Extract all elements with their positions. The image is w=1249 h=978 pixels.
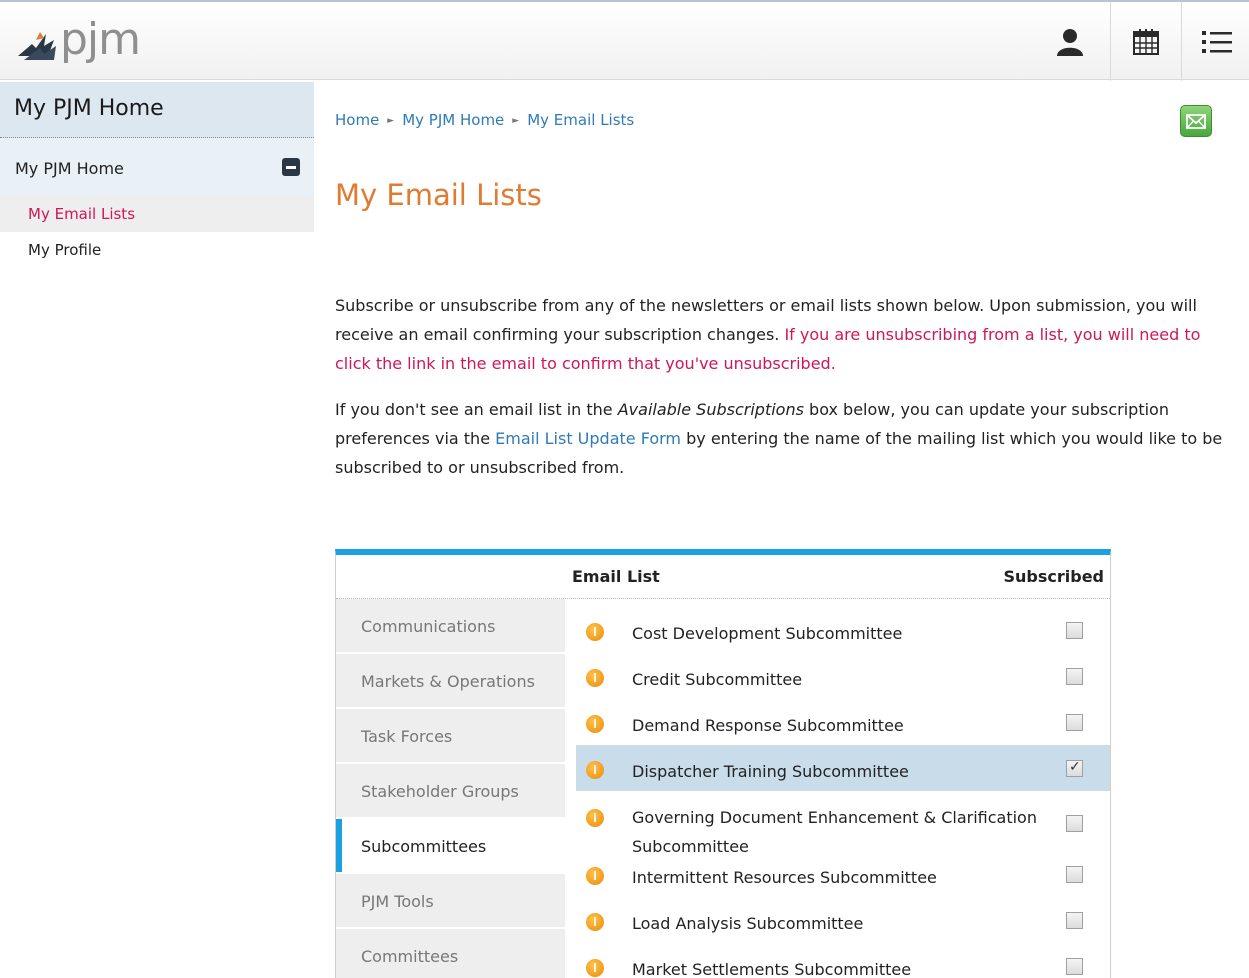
- email-envelope-icon[interactable]: [1180, 105, 1212, 137]
- sidebar-section-my-pjm-home[interactable]: My PJM Home: [0, 138, 314, 196]
- update-form-paragraph: If you don't see an email list in the Av…: [335, 395, 1235, 482]
- email-list-update-form-link[interactable]: Email List Update Form: [495, 429, 681, 448]
- info-icon[interactable]: [586, 669, 604, 687]
- category-tabs: Communications Markets & Operations Task…: [336, 599, 565, 978]
- sidebar-item-my-profile[interactable]: My Profile: [0, 232, 314, 268]
- table-row: Market Settlements Subcommittee: [576, 943, 1110, 978]
- calendar-button[interactable]: [1110, 2, 1180, 81]
- logo-wordmark: pjm: [60, 14, 141, 65]
- info-icon[interactable]: [586, 761, 604, 779]
- subscribed-checkbox[interactable]: [1066, 815, 1083, 832]
- breadcrumb-separator-icon: ►: [512, 116, 520, 126]
- table-row: Load Analysis Subcommittee: [576, 897, 1110, 943]
- tab-committees[interactable]: Committees: [336, 929, 565, 978]
- email-list-name: Cost Development Subcommittee: [632, 624, 903, 643]
- table-row: Governing Document Enhancement & Clarifi…: [576, 791, 1110, 856]
- info-icon[interactable]: [586, 809, 604, 827]
- top-header: pjm: [0, 0, 1249, 81]
- tab-markets-operations[interactable]: Markets & Operations: [336, 654, 565, 709]
- subscribed-checkbox[interactable]: [1066, 759, 1083, 777]
- menu-list-icon: [1201, 30, 1232, 53]
- subscribed-checkbox[interactable]: [1066, 866, 1083, 883]
- subscribed-checkbox[interactable]: [1066, 668, 1083, 685]
- email-list-name: Credit Subcommittee: [632, 670, 803, 689]
- page-title: My Email Lists: [335, 178, 542, 212]
- subscribed-checkbox[interactable]: [1066, 622, 1083, 639]
- table-row: Cost Development Subcommittee: [576, 607, 1110, 653]
- subscribed-checkbox[interactable]: [1066, 912, 1083, 929]
- sidebar-section-label: My PJM Home: [15, 159, 124, 178]
- available-subscriptions-term: Available Subscriptions: [617, 400, 804, 419]
- sidebar: My PJM Home My PJM Home My Email Lists M…: [0, 82, 314, 268]
- table-row: Intermittent Resources Subcommittee: [576, 851, 1110, 897]
- collapse-minus-icon[interactable]: [282, 158, 300, 176]
- sidebar-item-my-email-lists[interactable]: My Email Lists: [0, 196, 314, 232]
- info-icon[interactable]: [586, 715, 604, 733]
- user-icon: [1057, 28, 1083, 56]
- table-row: Demand Response Subcommittee: [576, 699, 1110, 745]
- update-text-a: If you don't see an email list in the: [335, 400, 613, 419]
- email-list-name: Demand Response Subcommittee: [632, 716, 904, 735]
- email-list-table: Email List Subscribed Communications Mar…: [335, 549, 1111, 978]
- sidebar-title: My PJM Home: [0, 82, 314, 138]
- email-list-name: Dispatcher Training Subcommittee: [632, 762, 909, 781]
- column-header-subscribed: Subscribed: [1003, 567, 1104, 586]
- user-button[interactable]: [1035, 2, 1105, 81]
- column-header-email-list: Email List: [572, 567, 660, 586]
- breadcrumb-my-email-lists[interactable]: My Email Lists: [527, 111, 634, 129]
- breadcrumb-home[interactable]: Home: [335, 111, 379, 129]
- table-row: Credit Subcommittee: [576, 653, 1110, 699]
- tab-stakeholder-groups[interactable]: Stakeholder Groups: [336, 764, 565, 819]
- table-header: Email List Subscribed: [336, 555, 1110, 599]
- intro-paragraph: Subscribe or unsubscribe from any of the…: [335, 291, 1235, 378]
- tab-subcommittees[interactable]: Subcommittees: [336, 819, 565, 874]
- info-icon[interactable]: [586, 623, 604, 641]
- breadcrumb: Home ► My PJM Home ► My Email Lists: [335, 111, 634, 129]
- table-row: Dispatcher Training Subcommittee: [576, 745, 1110, 791]
- pjm-logo[interactable]: pjm: [14, 14, 164, 66]
- email-list-name: Intermittent Resources Subcommittee: [632, 868, 937, 887]
- breadcrumb-separator-icon: ►: [387, 116, 395, 126]
- email-list-rows: Cost Development Subcommittee Credit Sub…: [576, 607, 1110, 978]
- tab-task-forces[interactable]: Task Forces: [336, 709, 565, 764]
- pjm-logo-mark-icon: [18, 32, 56, 60]
- subscribed-checkbox[interactable]: [1066, 958, 1083, 975]
- tab-pjm-tools[interactable]: PJM Tools: [336, 874, 565, 929]
- email-list-name: Load Analysis Subcommittee: [632, 914, 864, 933]
- info-icon[interactable]: [586, 959, 604, 977]
- tab-communications[interactable]: Communications: [336, 599, 565, 654]
- info-icon[interactable]: [586, 867, 604, 885]
- breadcrumb-my-pjm-home[interactable]: My PJM Home: [402, 111, 504, 129]
- calendar-icon: [1132, 28, 1159, 55]
- menu-button[interactable]: [1181, 2, 1249, 81]
- info-icon[interactable]: [586, 913, 604, 931]
- subscribed-checkbox[interactable]: [1066, 714, 1083, 731]
- email-list-name: Market Settlements Subcommittee: [632, 960, 912, 978]
